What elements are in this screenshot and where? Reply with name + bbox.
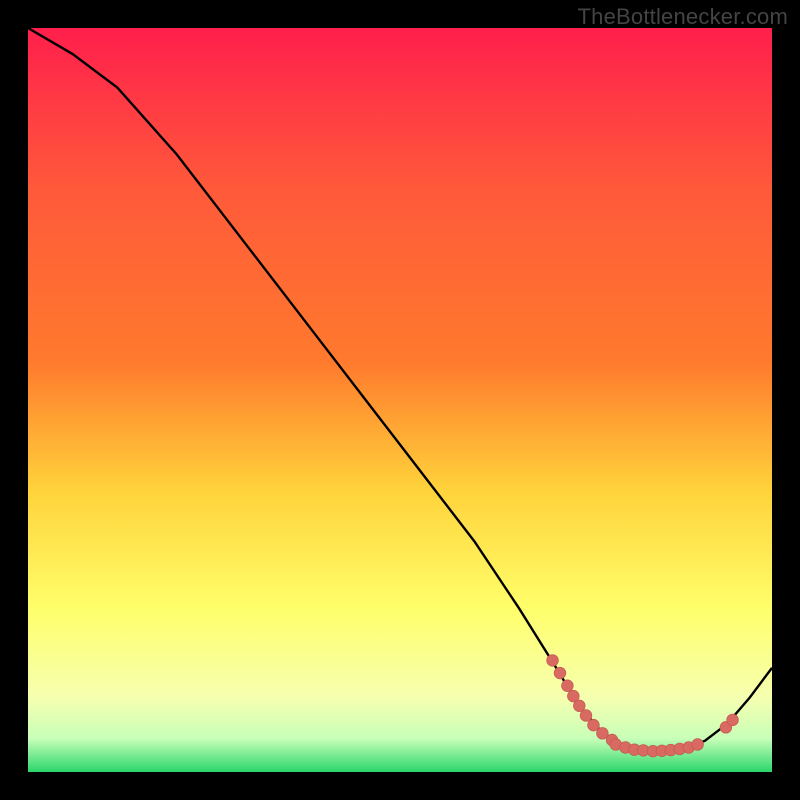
data-point: [588, 719, 600, 731]
data-point: [554, 667, 566, 679]
plot-area: [28, 28, 772, 772]
data-point: [580, 710, 592, 722]
data-point: [562, 680, 574, 692]
data-point: [574, 700, 586, 712]
chart-svg: [28, 28, 772, 772]
data-point: [547, 655, 559, 667]
data-point: [692, 739, 704, 751]
data-point: [597, 728, 609, 740]
chart-frame: TheBottlenecker.com: [0, 0, 800, 800]
gradient-background: [28, 28, 772, 772]
watermark-text: TheBottlenecker.com: [578, 4, 788, 30]
data-point: [727, 714, 739, 726]
